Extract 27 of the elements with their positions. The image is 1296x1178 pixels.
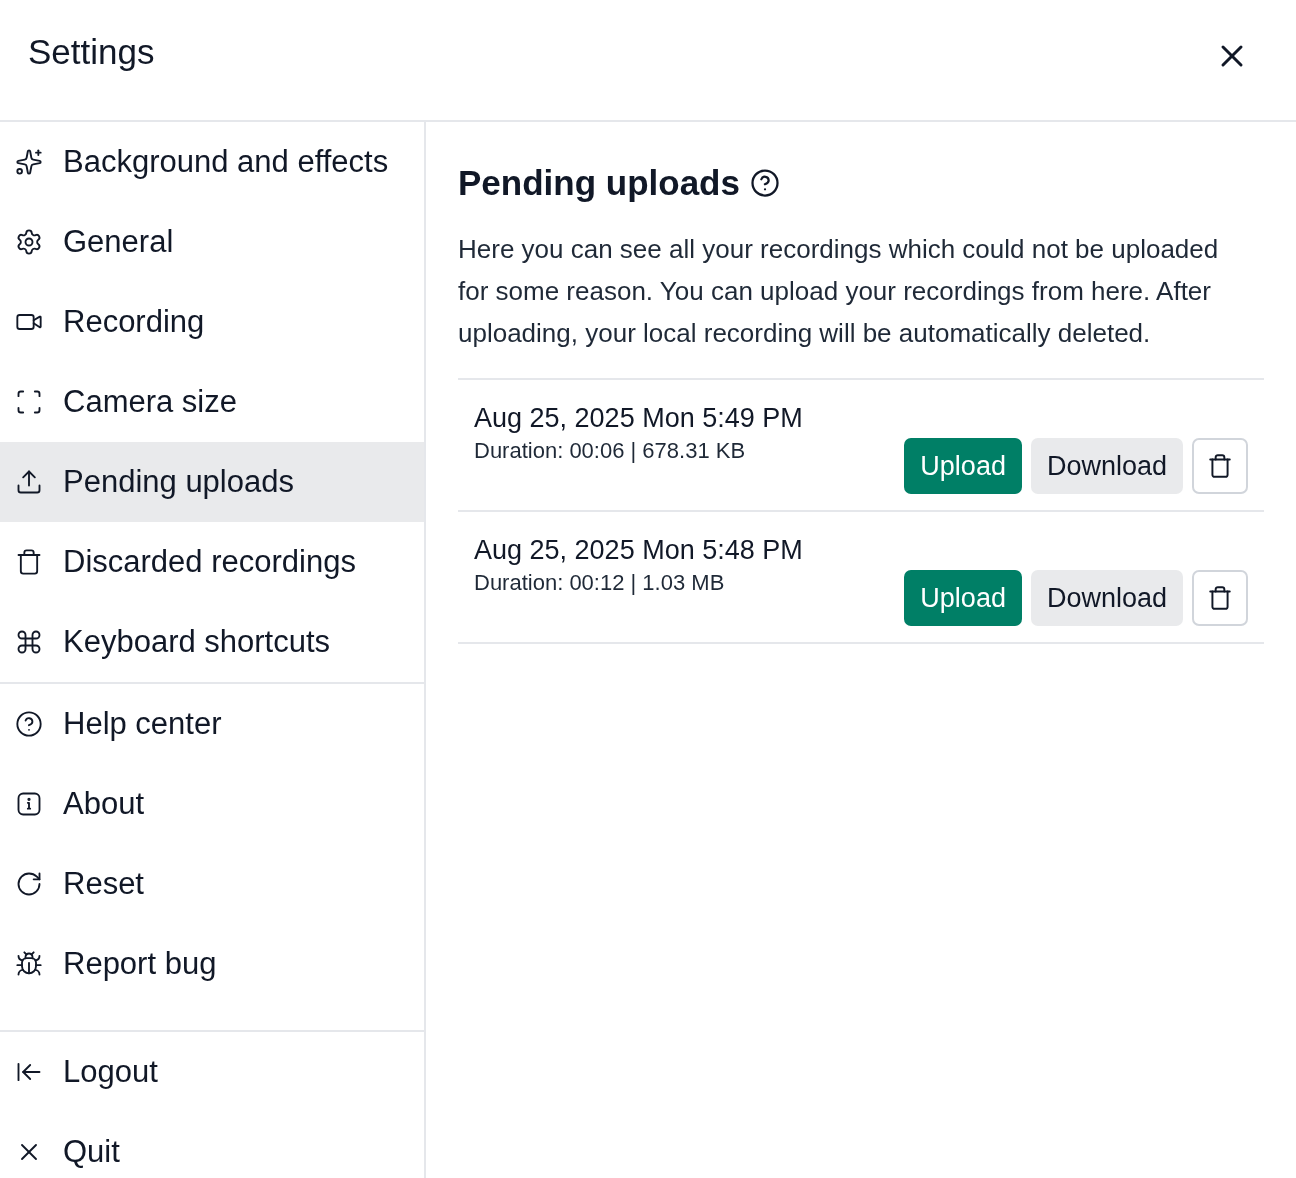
- bug-icon: [15, 950, 43, 978]
- trash-icon: [15, 548, 43, 576]
- info-icon: [15, 790, 43, 818]
- delete-button[interactable]: [1192, 438, 1248, 494]
- upload-button[interactable]: Upload: [904, 438, 1022, 494]
- delete-button[interactable]: [1192, 570, 1248, 626]
- window-title: Settings: [28, 31, 155, 73]
- expand-corners-icon: [15, 388, 43, 416]
- sidebar-item[interactable]: Pending uploads: [0, 442, 424, 522]
- sparkles-icon: [15, 148, 43, 176]
- settings-icon: [15, 228, 43, 256]
- download-button[interactable]: Download: [1030, 570, 1183, 626]
- recording-date: Aug 25, 2025 Mon 5:49 PM: [474, 402, 803, 435]
- upload-button[interactable]: Upload: [904, 570, 1022, 626]
- recording-details: Duration: 00:06 | 678.31 KB: [474, 437, 747, 465]
- circular-arrow-icon: [15, 870, 43, 898]
- description-text: Here you can see all your recordings which could not be uploaded for some reason. You can upload your recordings from here. After uploading, your local recording will be automatically deleted.: [458, 233, 1220, 350]
- trash-icon: [1207, 453, 1233, 479]
- help-icon: [15, 710, 43, 738]
- trash-icon: [1207, 585, 1233, 611]
- command-key-icon: [15, 628, 43, 656]
- recording-details: Duration: 00:12 | 1.03 MB: [474, 569, 726, 597]
- section-title: Pending uploads: [458, 162, 740, 204]
- recording-date: Aug 25, 2025 Mon 5:48 PM: [474, 534, 803, 567]
- help-icon[interactable]: [749, 168, 780, 198]
- upload-icon: [15, 468, 43, 496]
- download-button[interactable]: Download: [1030, 438, 1183, 494]
